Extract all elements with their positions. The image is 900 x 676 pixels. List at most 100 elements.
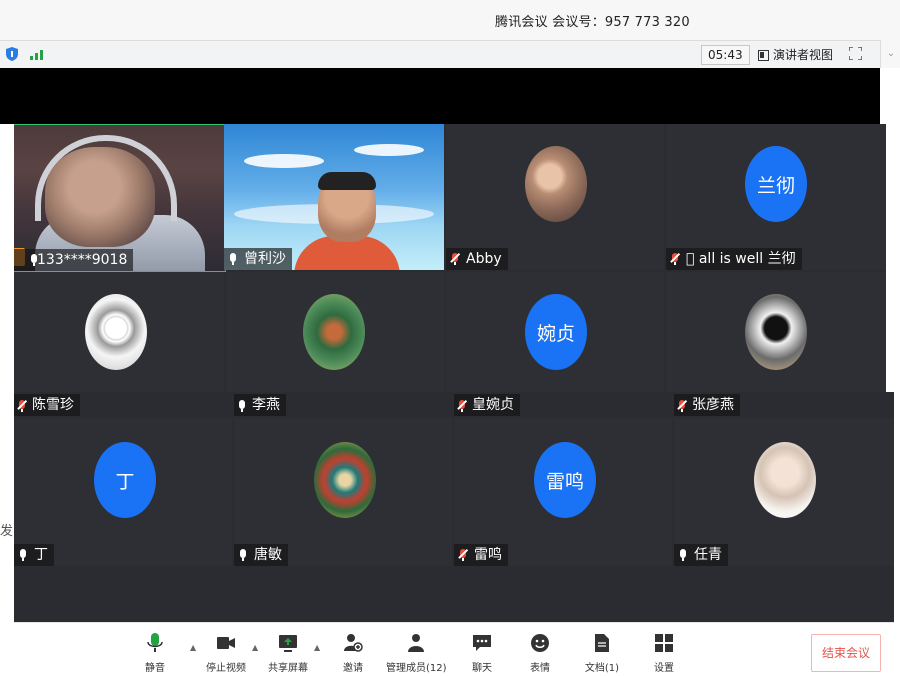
avatar-initials: 丁 (115, 470, 135, 493)
mic-on-icon (239, 400, 245, 412)
stop-video-label: 停止视频 (206, 663, 246, 674)
participant-name-bar: 张彦燕 (674, 394, 740, 416)
mic-on-icon (230, 253, 236, 265)
settings-button[interactable]: 设置 (652, 633, 676, 674)
presenter-view-button[interactable]: 演讲者视图 (758, 45, 833, 65)
participant-name: 皇婉贞 (472, 397, 514, 413)
mic-muted-icon (679, 400, 685, 412)
participant-tile[interactable] (6, 272, 224, 392)
document-icon (595, 634, 609, 652)
mic-muted-icon (460, 549, 466, 561)
share-screen-button[interactable]: 共享屏幕 (266, 633, 310, 674)
settings-grid-icon (655, 634, 673, 652)
participant-avatar (754, 442, 816, 518)
scroll-toggle[interactable]: ⌄ (880, 40, 900, 68)
shield-icon[interactable] (6, 47, 18, 61)
participant-name-bar: 皇婉贞 (454, 394, 520, 416)
mic-muted-icon (452, 253, 458, 265)
participant-name-bar: 曾利沙 (224, 248, 292, 270)
participant-avatar: 雷鸣 (534, 442, 596, 518)
end-meeting-button[interactable]: 结束会议 (811, 634, 881, 672)
left-edge-strip (0, 124, 14, 675)
participant-name-bar: 李燕 (234, 394, 286, 416)
participant-name: 􀀀 all is well 兰彻 (686, 251, 796, 267)
stop-video-button[interactable]: 停止视频 (204, 633, 248, 674)
participant-tile[interactable] (666, 272, 886, 392)
participant-name-bar: 唐敏 (234, 544, 288, 566)
mic-on-icon (31, 254, 37, 266)
participant-avatar: 丁 (94, 442, 156, 518)
participant-tile[interactable]: 任青 (674, 418, 894, 566)
chat-label: 聊天 (472, 663, 492, 674)
share-screen-icon (279, 635, 297, 652)
participant-avatar: 兰彻 (745, 146, 807, 222)
video-grid-lower: 陈雪珍 李燕 皇婉贞 张彦燕 丁 丁 唐敏 雷鸣 雷鸣 任青 (14, 392, 894, 622)
participant-name-bar: 陈雪珍 (14, 394, 80, 416)
participant-tile[interactable]: Abby (446, 124, 664, 270)
manage-members-button[interactable]: 管理成员(12) (386, 633, 447, 674)
participant-tile[interactable]: 兰彻 􀀀 all is well 兰彻 (666, 124, 886, 270)
avatar-initials: 雷鸣 (545, 470, 584, 493)
manage-members-label: 管理成员(12) (386, 663, 447, 674)
chat-button[interactable]: 聊天 (470, 633, 494, 674)
participant-name: 曾利沙 (244, 251, 286, 267)
participant-name: 唐敏 (254, 547, 282, 563)
participant-name-bar: 133****9018 (5, 249, 134, 271)
invite-label: 邀请 (343, 663, 363, 674)
window-titlebar: 腾讯会议 会议号：957 773 320 (0, 0, 900, 40)
fullscreen-icon[interactable] (849, 47, 862, 60)
avatar-initials: 兰彻 (756, 174, 795, 197)
invite-button[interactable]: 邀请 (340, 633, 366, 674)
video-options-caret-icon[interactable]: ▲ (252, 643, 258, 652)
participant-name: 李燕 (252, 397, 280, 413)
participant-name: 张彦燕 (692, 397, 734, 413)
participant-avatar (303, 294, 365, 370)
participant-name: 雷鸣 (474, 547, 502, 563)
reactions-button[interactable]: 表情 (528, 633, 552, 674)
emoji-smile-icon (531, 634, 549, 652)
participant-avatar: 婉贞 (525, 294, 587, 370)
meeting-status-bar: 05:43 演讲者视图 (0, 40, 880, 70)
participant-name: 任青 (694, 547, 722, 563)
participant-avatar (85, 294, 147, 370)
participant-tile[interactable]: 雷鸣 雷鸣 (454, 418, 672, 566)
participant-avatar (525, 146, 587, 222)
invite-user-icon (344, 634, 363, 652)
mic-on-icon (240, 549, 246, 561)
participant-tile[interactable] (226, 272, 444, 392)
participant-tile[interactable]: 丁 丁 (14, 418, 232, 566)
left-edge-text: 发 (0, 524, 14, 539)
participant-name: Abby (466, 251, 502, 267)
mic-muted-icon (672, 253, 678, 265)
share-screen-label: 共享屏幕 (268, 663, 308, 674)
documents-button[interactable]: 文档(1) (584, 633, 620, 674)
reactions-label: 表情 (530, 663, 550, 674)
mic-on-icon (680, 549, 686, 561)
signal-strength-icon[interactable] (30, 48, 43, 60)
mic-muted-icon (459, 400, 465, 412)
mic-on-icon (20, 549, 26, 561)
video-camera-icon (217, 637, 235, 649)
microphone-icon (147, 633, 163, 652)
share-options-caret-icon[interactable]: ▲ (314, 643, 320, 652)
video-grid-upper: 133****9018 曾利沙 Abby 兰彻 􀀀 all is wel (4, 124, 886, 392)
meeting-title: 腾讯会议 会议号：957 773 320 (495, 15, 690, 30)
participant-tile[interactable]: 曾利沙 (224, 124, 444, 270)
participant-name-bar: Abby (446, 248, 508, 270)
members-icon (408, 634, 424, 652)
mic-muted-icon (19, 400, 25, 412)
participant-name-bar: 雷鸣 (454, 544, 508, 566)
meeting-toolbar: 静音 ▲ 停止视频 ▲ 共享屏幕 ▲ 邀请 管理成员(12) 聊天 表情 文档(… (14, 622, 894, 676)
participant-tile[interactable]: 唐敏 (234, 418, 452, 566)
participant-tile[interactable]: 婉贞 (446, 272, 664, 392)
participant-name: 陈雪珍 (32, 397, 74, 413)
chat-bubble-icon (473, 635, 491, 651)
video-top-margin (0, 68, 880, 124)
mute-button[interactable]: 静音 (140, 633, 170, 674)
presenter-view-label: 演讲者视图 (773, 48, 834, 62)
mute-options-caret-icon[interactable]: ▲ (190, 643, 196, 652)
participant-avatar (745, 294, 807, 370)
participant-name-bar: 丁 (14, 544, 54, 566)
participant-tile-self[interactable]: 133****9018 (4, 124, 226, 272)
participant-name-bar: 􀀀 all is well 兰彻 (666, 248, 802, 270)
